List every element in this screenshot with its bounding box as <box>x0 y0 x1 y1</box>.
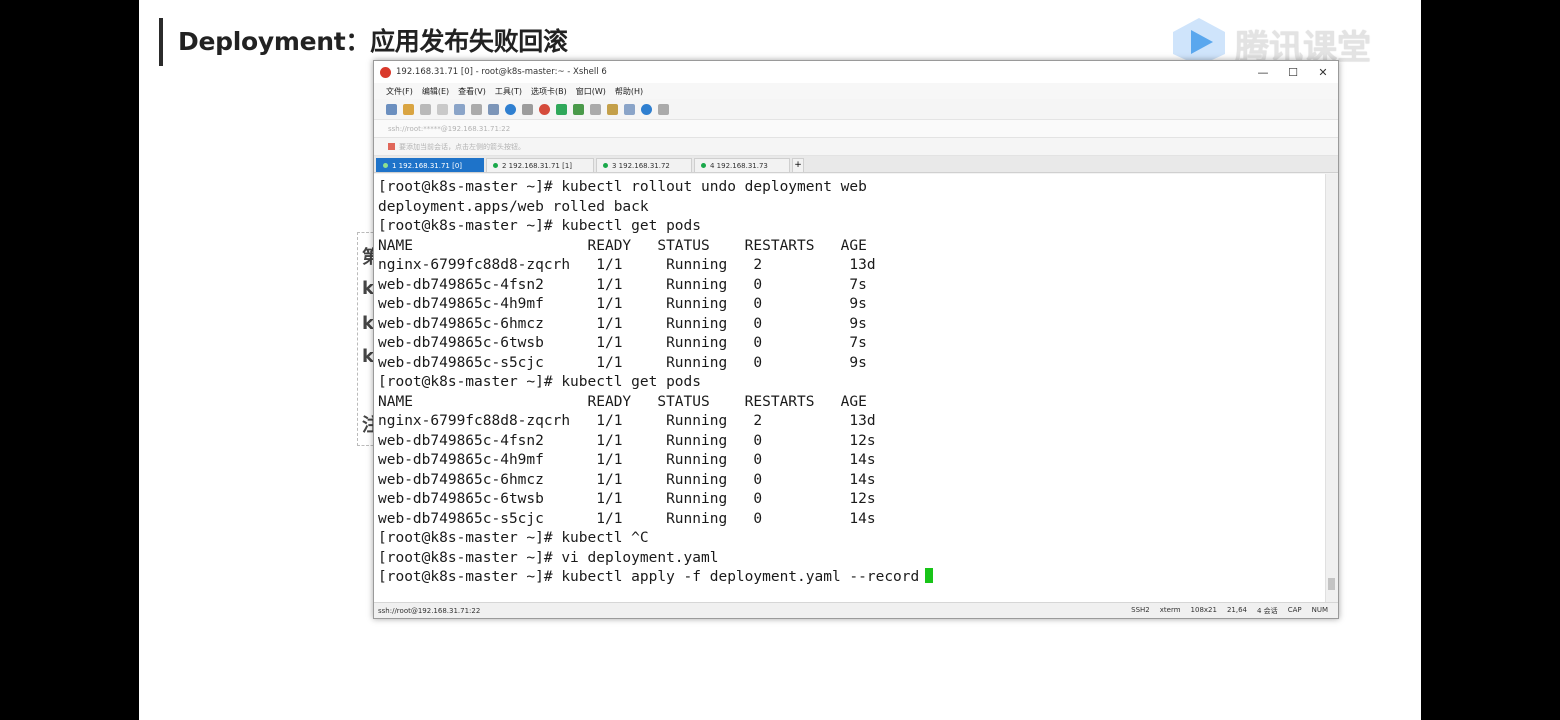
disconnect-icon[interactable] <box>420 103 431 115</box>
status-dot-icon <box>603 163 608 168</box>
status-position: 21,64 <box>1226 605 1247 614</box>
find-icon[interactable] <box>471 103 482 115</box>
tab-label: 2 192.168.31.71 [1] <box>502 161 573 170</box>
terminal-line: web-db749865c-6twsb 1/1 Running 0 12s <box>378 491 876 507</box>
properties-icon[interactable] <box>488 103 499 115</box>
xftp-icon[interactable] <box>539 103 550 115</box>
terminal-line: [root@k8s-master ~]# kubectl get pods <box>378 374 702 390</box>
status-dot-icon <box>701 163 706 168</box>
terminal-output[interactable]: [root@k8s-master ~]# kubectl rollout und… <box>374 174 1326 602</box>
tab-session-4[interactable]: 4 192.168.31.73 <box>694 158 790 172</box>
close-button[interactable]: ✕ <box>1308 66 1338 79</box>
open-folder-icon[interactable] <box>403 103 414 115</box>
bookmark-icon <box>388 143 395 150</box>
scrollbar-thumb[interactable] <box>1328 578 1335 590</box>
font-icon[interactable] <box>522 103 533 115</box>
status-caps: CAP <box>1287 605 1302 614</box>
terminal-line: [root@k8s-master ~]# kubectl rollout und… <box>378 179 867 195</box>
window-titlebar[interactable]: 192.168.31.71 [0] - root@k8s-master:~ - … <box>374 61 1338 83</box>
menu-edit[interactable]: 编辑(E) <box>422 86 449 97</box>
terminal-line: web-db749865c-s5cjc 1/1 Running 0 9s <box>378 354 867 371</box>
tab-session-2[interactable]: 2 192.168.31.71 [1] <box>486 158 594 172</box>
address-bar[interactable]: ssh://root:*****@192.168.31.71:22 <box>374 120 1338 138</box>
chat-icon[interactable] <box>658 103 669 115</box>
toolbar <box>374 99 1338 120</box>
menu-help[interactable]: 帮助(H) <box>615 86 643 97</box>
reconnect-icon[interactable] <box>437 103 448 115</box>
terminal-line: [root@k8s-master ~]# kubectl get pods <box>378 218 702 234</box>
hint-text: 要添加当前会话，点击左侧的箭头按钮。 <box>399 142 525 151</box>
terminal-line: NAME READY STATUS RESTARTS AGE <box>378 237 867 254</box>
terminal-line: [root@k8s-master ~]# kubectl ^C <box>378 530 649 546</box>
status-sessions: 4 会话 <box>1257 606 1278 615</box>
script-icon[interactable] <box>607 103 618 115</box>
terminal-line: [root@k8s-master ~]# vi deployment.yaml <box>378 549 719 566</box>
address-text: ssh://root:*****@192.168.31.71:22 <box>388 124 511 133</box>
menu-bar: 文件(F) 编辑(E) 查看(V) 工具(T) 选项卡(B) 窗口(W) 帮助(… <box>374 83 1338 99</box>
keyboard-icon[interactable] <box>590 103 601 115</box>
terminal-lines: [root@k8s-master ~]# kubectl rollout und… <box>378 178 934 588</box>
status-term: xterm <box>1159 605 1181 614</box>
lock-icon[interactable] <box>556 103 567 115</box>
status-dot-icon <box>493 163 498 168</box>
menu-tools[interactable]: 工具(T) <box>495 86 522 97</box>
add-tab-button[interactable]: + <box>792 158 804 172</box>
session-hint-bar: 要添加当前会话，点击左侧的箭头按钮。 <box>374 138 1338 156</box>
tab-session-1[interactable]: 1 192.168.31.71 [0] <box>376 158 484 172</box>
terminal-line: web-db749865c-4h9mf 1/1 Running 0 14s <box>378 452 876 468</box>
terminal-line: web-db749865c-6twsb 1/1 Running 0 7s <box>378 335 867 351</box>
status-connection: ssh://root@192.168.31.71:22 <box>378 606 481 615</box>
status-num: NUM <box>1311 605 1328 614</box>
tab-session-3[interactable]: 3 192.168.31.72 <box>596 158 692 172</box>
window-controls: — ☐ ✕ <box>1248 66 1338 79</box>
terminal-line: NAME READY STATUS RESTARTS AGE <box>378 393 867 410</box>
terminal-line: nginx-6799fc88d8-zqcrh 1/1 Running 2 13d <box>378 413 876 429</box>
terminal-prompt-line: [root@k8s-master ~]# kubectl apply -f de… <box>378 568 934 588</box>
menu-view[interactable]: 查看(V) <box>458 86 486 97</box>
terminal-line: web-db749865c-6hmcz 1/1 Running 0 14s <box>378 471 876 488</box>
tab-label: 1 192.168.31.71 [0] <box>392 161 463 170</box>
slide-title: Deployment：应用发布失败回滚 <box>178 27 568 56</box>
terminal-line: web-db749865c-s5cjc 1/1 Running 0 14s <box>378 510 876 527</box>
globe-icon[interactable] <box>505 103 516 115</box>
minimize-button[interactable]: — <box>1248 66 1278 79</box>
terminal-line: nginx-6799fc88d8-zqcrh 1/1 Running 2 13d <box>378 257 876 273</box>
terminal-line: web-db749865c-6hmcz 1/1 Running 0 9s <box>378 315 867 332</box>
status-size: 108x21 <box>1190 605 1217 614</box>
maximize-button[interactable]: ☐ <box>1278 66 1308 79</box>
status-protocol: SSH2 <box>1131 605 1150 614</box>
xshell-app-icon <box>380 66 391 78</box>
current-command: [root@k8s-master ~]# kubectl apply -f de… <box>378 569 920 585</box>
new-session-icon[interactable] <box>386 103 397 115</box>
session-tabs: 1 192.168.31.71 [0] 2 192.168.31.71 [1] … <box>374 156 1338 173</box>
help-icon[interactable] <box>641 103 652 115</box>
terminal-line: web-db749865c-4fsn2 1/1 Running 0 7s <box>378 276 867 293</box>
terminal-line: deployment.apps/web rolled back <box>378 198 649 215</box>
terminal-line: web-db749865c-4fsn2 1/1 Running 0 12s <box>378 432 876 449</box>
xshell-window: 192.168.31.71 [0] - root@k8s-master:~ - … <box>373 60 1339 619</box>
tab-label: 3 192.168.31.72 <box>612 161 670 170</box>
menu-file[interactable]: 文件(F) <box>386 86 413 97</box>
layout-icon[interactable] <box>624 103 635 115</box>
status-dot-icon <box>383 163 388 168</box>
menu-window[interactable]: 窗口(W) <box>576 86 606 97</box>
terminal-line: web-db749865c-4h9mf 1/1 Running 0 9s <box>378 296 867 312</box>
menu-tabs[interactable]: 选项卡(B) <box>531 86 567 97</box>
status-bar: ssh://root@192.168.31.71:22 SSH2 xterm 1… <box>374 602 1338 618</box>
tab-label: 4 192.168.31.73 <box>710 161 768 170</box>
fullscreen-icon[interactable] <box>573 103 584 115</box>
status-right: SSH2 xterm 108x21 21,64 4 会话 CAP NUM <box>1131 606 1338 616</box>
window-title: 192.168.31.71 [0] - root@k8s-master:~ - … <box>396 67 607 77</box>
copy-icon[interactable] <box>454 103 465 115</box>
terminal-cursor <box>925 568 934 583</box>
title-accent-bar <box>159 18 163 66</box>
terminal-scrollbar[interactable] <box>1325 174 1338 602</box>
